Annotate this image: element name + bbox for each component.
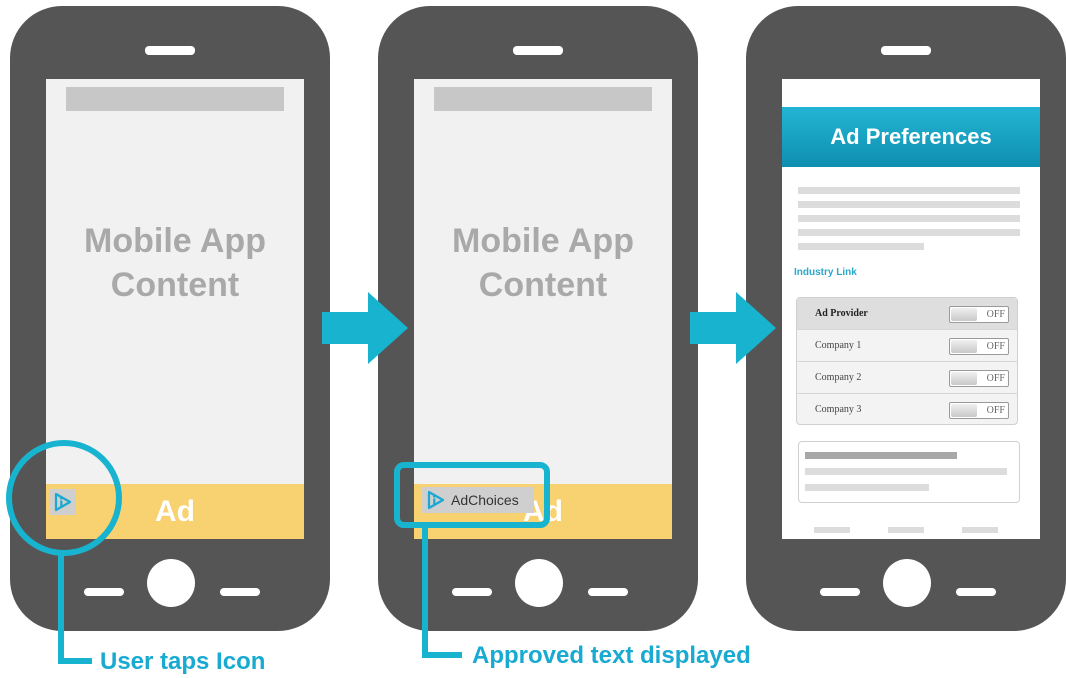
provider-toggle[interactable]: OFF — [949, 370, 1009, 387]
footer-link[interactable] — [962, 527, 998, 533]
provider-name: Company 3 — [815, 404, 862, 415]
info-box — [798, 441, 1020, 503]
highlight-circle — [6, 440, 122, 556]
provider-row: Company 3 OFF — [797, 394, 1017, 426]
nav-menu-button — [588, 588, 628, 596]
placeholder-text-line — [798, 201, 1020, 208]
speaker-slot — [145, 46, 195, 55]
placeholder-text-line — [805, 484, 929, 491]
placeholder-text-line — [798, 229, 1020, 236]
callout-line — [58, 552, 64, 664]
provider-name: Company 1 — [815, 340, 862, 351]
provider-toggle[interactable]: OFF — [949, 306, 1009, 323]
industry-link[interactable]: Industry Link — [794, 267, 857, 278]
phone-3: Ad Preferences Industry Link Ad Provider… — [746, 6, 1066, 631]
provider-toggle[interactable]: OFF — [949, 402, 1009, 419]
ad-preferences-header: Ad Preferences — [782, 107, 1040, 167]
phone-3-screen: Ad Preferences Industry Link Ad Provider… — [782, 79, 1040, 539]
mobile-app-content-text: Mobile App Content — [452, 222, 634, 304]
placeholder-text-line — [798, 187, 1020, 194]
app-top-bar — [66, 87, 284, 111]
mobile-app-content-text: Mobile App Content — [84, 222, 266, 304]
placeholder-text-line — [798, 215, 1020, 222]
callout-line — [422, 524, 428, 658]
highlight-box — [394, 462, 550, 528]
provider-name: Ad Provider — [815, 308, 868, 319]
provider-list: Ad Provider OFF Company 1 OFF Company 2 … — [796, 297, 1018, 425]
provider-row: Ad Provider OFF — [797, 298, 1017, 330]
arrow-right-icon — [690, 292, 776, 364]
caption-user-taps-icon: User taps Icon — [100, 648, 266, 675]
home-button — [515, 559, 563, 607]
provider-row: Company 2 OFF — [797, 362, 1017, 394]
nav-back-button — [820, 588, 860, 596]
provider-toggle[interactable]: OFF — [949, 338, 1009, 355]
caption-approved-text: Approved text displayed — [472, 642, 751, 669]
provider-name: Company 2 — [815, 372, 862, 383]
placeholder-text-line — [805, 468, 1007, 475]
footer-link[interactable] — [888, 527, 924, 533]
footer-link[interactable] — [814, 527, 850, 533]
speaker-slot — [881, 46, 931, 55]
arrow-right-icon — [322, 292, 408, 364]
provider-row: Company 1 OFF — [797, 330, 1017, 362]
callout-line — [422, 652, 462, 658]
speaker-slot — [513, 46, 563, 55]
placeholder-text-line — [805, 452, 957, 459]
app-top-bar — [434, 87, 652, 111]
home-button — [147, 559, 195, 607]
placeholder-text-line — [798, 243, 924, 250]
nav-menu-button — [956, 588, 996, 596]
nav-menu-button — [220, 588, 260, 596]
home-button — [883, 559, 931, 607]
nav-back-button — [452, 588, 492, 596]
callout-line — [58, 658, 92, 664]
nav-back-button — [84, 588, 124, 596]
